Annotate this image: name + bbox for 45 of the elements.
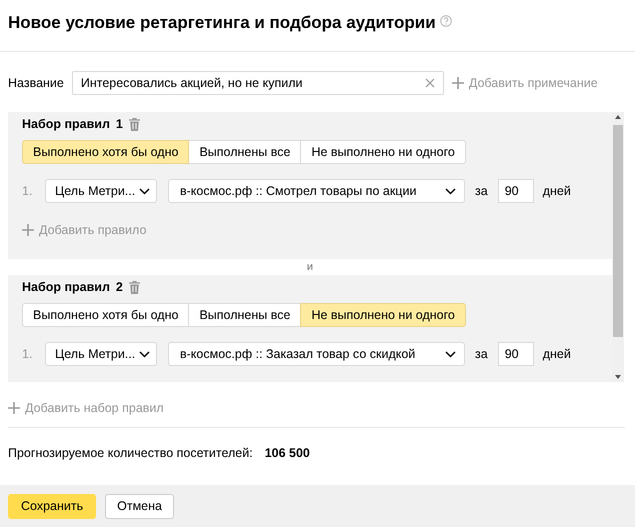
days-unit: дней: [542, 347, 571, 361]
mode-tab[interactable]: Выполнены все: [188, 303, 302, 327]
plus-icon: [8, 402, 20, 414]
mode-tab[interactable]: Выполнены все: [188, 140, 302, 164]
goal-dropdown[interactable]: в-космос.рф :: Заказал товар со скидкой: [168, 342, 465, 366]
days-field[interactable]: 90: [498, 179, 534, 203]
mode-tab[interactable]: Не выполнено ни одного: [300, 303, 466, 327]
mode-tab[interactable]: Не выполнено ни одного: [300, 140, 466, 164]
chevron-icon: [445, 350, 456, 358]
mode-tab[interactable]: Выполнено хотя бы одно: [22, 140, 190, 164]
period-label: за: [475, 184, 488, 198]
chevron-icon: [445, 188, 456, 194]
type-dropdown[interactable]: Цель Метри...: [45, 179, 157, 203]
rule-index: 1.: [22, 347, 34, 361]
and-separator: и: [306, 261, 314, 273]
goal-dropdown[interactable]: в-космос.рф :: Смотрел товары по акции: [168, 179, 465, 203]
days-unit: дней: [542, 184, 571, 198]
rule-set-title: Набор правил: [22, 117, 110, 131]
name-label: Название: [8, 76, 64, 90]
rule-index: 1.: [22, 184, 34, 198]
rule-set-number: 1: [116, 117, 123, 131]
rule-set-title: Набор правил: [22, 280, 110, 294]
name-field[interactable]: Интересовались акцией, но не купили: [72, 71, 444, 95]
period-label: за: [475, 347, 488, 361]
days-field[interactable]: 90: [498, 342, 534, 366]
scroll-up-icon[interactable]: [615, 115, 621, 119]
help-icon[interactable]: [440, 15, 452, 27]
plus-icon: [452, 77, 464, 89]
scroll-down-icon[interactable]: [615, 375, 621, 379]
chevron-icon: [139, 188, 150, 194]
mode-tab[interactable]: Выполнено хотя бы одно: [22, 303, 190, 327]
type-dropdown[interactable]: Цель Метри...: [45, 342, 157, 366]
cancel-button[interactable]: Отмена: [105, 494, 174, 518]
forecast-value: 106 500: [264, 446, 310, 460]
scrollbar-thumb[interactable]: [613, 125, 623, 337]
forecast-label: Прогнозируемое количество посетителей:: [8, 446, 253, 460]
scrollbar[interactable]: [612, 112, 624, 382]
rule-set-number: 2: [116, 280, 123, 294]
trash-icon[interactable]: [128, 118, 140, 130]
clear-icon[interactable]: [424, 78, 435, 88]
chevron-icon: [139, 350, 150, 358]
trash-icon[interactable]: [128, 280, 140, 294]
dialog-title: Новое условие ретаргетинга и подбора аудитории: [8, 13, 436, 33]
plus-icon: [22, 224, 34, 236]
save-button[interactable]: Сохранить: [8, 494, 96, 518]
